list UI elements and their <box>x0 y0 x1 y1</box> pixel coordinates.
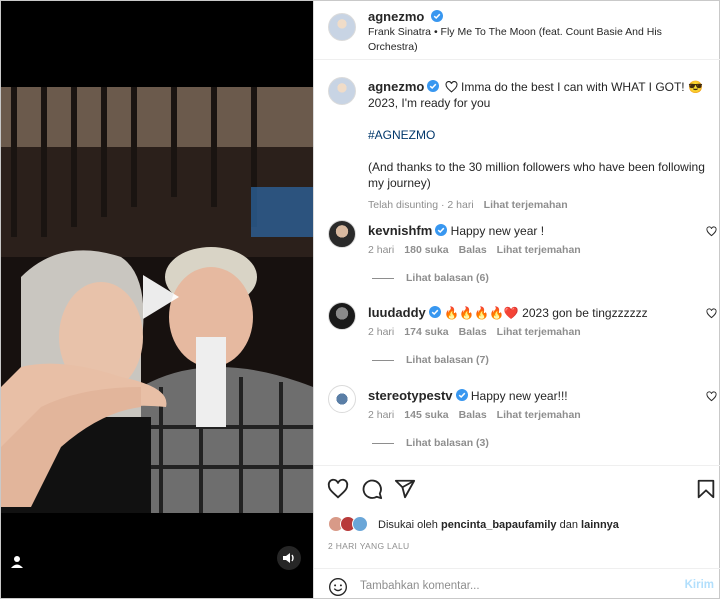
heart-icon[interactable] <box>327 478 349 500</box>
post-actions: Disukai oleh pencinta_bapaufamily dan la… <box>314 465 720 599</box>
user-tag-icon[interactable] <box>9 554 25 570</box>
comment-likes[interactable]: 180 suka <box>404 244 448 256</box>
liked-by-row: Disukai oleh pencinta_bapaufamily dan la… <box>328 516 619 534</box>
heart-icon[interactable] <box>706 308 717 319</box>
heart-icon[interactable] <box>706 226 717 237</box>
comment-likes[interactable]: 145 suka <box>404 409 448 421</box>
comment-input[interactable] <box>360 576 660 596</box>
post-sidebar: agnezmo Frank Sinatra • Fly Me To The Mo… <box>313 1 720 599</box>
post-media[interactable] <box>1 1 313 598</box>
caption-hashtag-row: #AGNEZMO <box>368 127 708 143</box>
avatar[interactable] <box>328 77 356 105</box>
view-replies-button[interactable]: Lihat balasan (6) <box>372 272 489 284</box>
likes-prefix: Disukai oleh <box>378 519 438 531</box>
heart-outline-icon <box>445 80 458 93</box>
header-username-row: agnezmo <box>368 9 443 24</box>
comment-time: 2 hari <box>368 326 395 338</box>
comment-meta: 2 hari 145 suka Balas Lihat terjemahan <box>368 409 591 421</box>
avatar[interactable] <box>328 302 356 330</box>
post-header: agnezmo Frank Sinatra • Fly Me To The Mo… <box>314 1 720 60</box>
likes-middle: dan <box>559 519 578 531</box>
comment-text: Happy new year!!! <box>470 389 568 403</box>
verified-badge-icon <box>455 389 468 401</box>
hashtag-link[interactable]: #AGNEZMO <box>368 128 435 142</box>
reply-button[interactable]: Balas <box>459 244 487 256</box>
view-replies-label: Lihat balasan (6) <box>406 272 489 284</box>
speaker-icon <box>283 553 294 563</box>
view-replies-button[interactable]: Lihat balasan (7) <box>372 354 489 366</box>
audio-track-link[interactable]: Frank Sinatra • Fly Me To The Moon (feat… <box>368 25 668 55</box>
verified-badge-icon <box>427 80 440 92</box>
caption-username[interactable]: agnezmo <box>368 79 424 94</box>
view-replies-label: Lihat balasan (3) <box>406 437 489 449</box>
comment-meta: 2 hari 174 suka Balas Lihat terjemahan <box>368 326 591 338</box>
play-icon[interactable] <box>129 269 185 325</box>
verified-badge-icon <box>435 224 448 236</box>
verified-badge-icon <box>430 10 443 22</box>
reply-button[interactable]: Balas <box>459 326 487 338</box>
caption-body: agnezmo Imma do the best I can with WHAT… <box>368 79 708 213</box>
translate-link[interactable]: Lihat terjemahan <box>497 244 581 256</box>
avatar[interactable] <box>328 13 356 41</box>
heart-icon[interactable] <box>706 391 717 402</box>
replies-divider <box>372 442 394 444</box>
liker-avatars <box>328 516 372 534</box>
mute-button[interactable] <box>277 546 301 570</box>
comment-text: 🔥🔥🔥🔥❤️ 2023 gon be tingzzzzzz <box>444 306 648 320</box>
comment-username[interactable]: stereotypestv <box>368 388 453 403</box>
comment-username[interactable]: kevnishfm <box>368 223 432 238</box>
comment-likes[interactable]: 174 suka <box>404 326 448 338</box>
comment-text-row: kevnishfm Happy new year ! <box>368 223 688 239</box>
comment-time: 2 hari <box>368 409 395 421</box>
post-timestamp[interactable]: 2 HARI YANG LALU <box>328 541 410 551</box>
translate-link[interactable]: Lihat terjemahan <box>484 199 568 211</box>
caption-edited: Telah disunting · 2 hari <box>368 199 474 211</box>
caption-first-line: agnezmo Imma do the best I can with WHAT… <box>368 79 708 111</box>
view-replies-label: Lihat balasan (7) <box>406 354 489 366</box>
caption-meta: Telah disunting · 2 hari Lihat terjemahan <box>368 197 708 213</box>
comment-icon[interactable] <box>361 478 383 500</box>
post-comment-button[interactable]: Kirim <box>685 579 714 591</box>
liker-username[interactable]: pencinta_bapaufamily <box>441 519 557 531</box>
emoji-icon[interactable] <box>328 577 348 597</box>
replies-divider <box>372 277 394 279</box>
avatar <box>352 516 368 532</box>
view-replies-button[interactable]: Lihat balasan (3) <box>372 437 489 449</box>
comment-text-row: luudaddy 🔥🔥🔥🔥❤️ 2023 gon be tingzzzzzz <box>368 305 688 321</box>
comment-text-row: stereotypestv Happy new year!!! <box>368 388 688 404</box>
comment-time: 2 hari <box>368 244 395 256</box>
translate-link[interactable]: Lihat terjemahan <box>497 409 581 421</box>
comment-meta: 2 hari 180 suka Balas Lihat terjemahan <box>368 244 591 256</box>
bookmark-icon[interactable] <box>695 478 717 500</box>
likes-others-link[interactable]: lainnya <box>581 519 619 531</box>
send-icon[interactable] <box>394 478 416 500</box>
post-author-link[interactable]: agnezmo <box>368 9 424 24</box>
comment-text: Happy new year ! <box>450 224 545 238</box>
replies-divider <box>372 359 394 361</box>
reply-button[interactable]: Balas <box>459 409 487 421</box>
comment-username[interactable]: luudaddy <box>368 305 426 320</box>
verified-badge-icon <box>428 306 441 318</box>
avatar[interactable] <box>328 385 356 413</box>
translate-link[interactable]: Lihat terjemahan <box>497 326 581 338</box>
comment-composer: Kirim <box>314 568 720 599</box>
caption-thanks: (And thanks to the 30 million followers … <box>368 160 705 190</box>
avatar[interactable] <box>328 220 356 248</box>
